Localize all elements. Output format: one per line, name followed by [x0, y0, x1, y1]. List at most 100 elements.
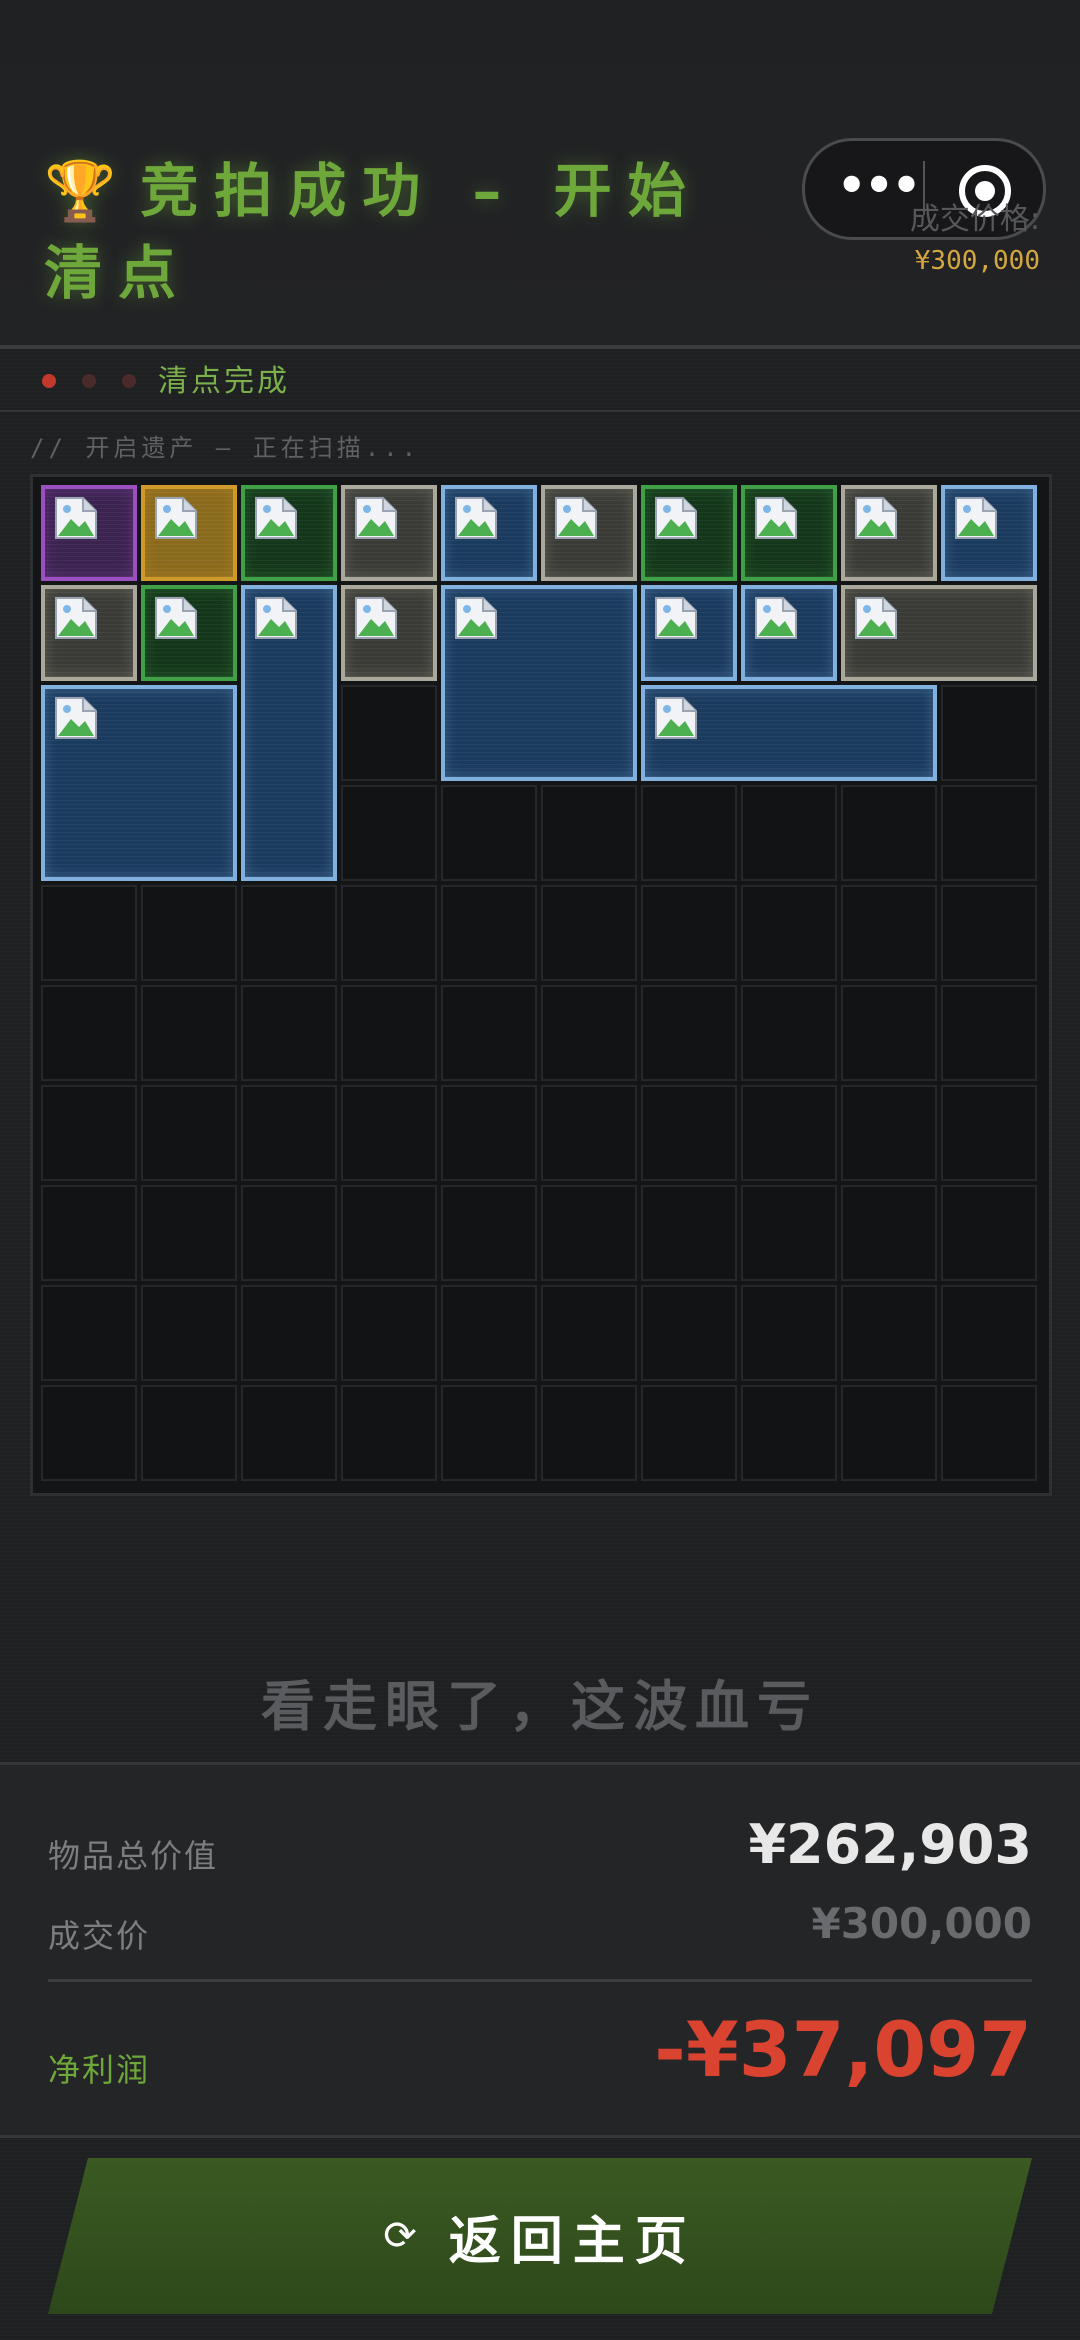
item-image-icon	[653, 695, 699, 741]
item-image-icon	[53, 695, 99, 741]
grid-cell	[241, 1285, 337, 1381]
grid-cell	[741, 1085, 837, 1181]
grid-cell	[341, 1285, 437, 1381]
grid-cell	[141, 885, 237, 981]
grid-cell	[441, 885, 537, 981]
item-green[interactable]	[741, 485, 837, 581]
item-gray[interactable]	[541, 485, 637, 581]
grid-cell	[41, 985, 137, 1081]
grid-cell	[441, 1185, 537, 1281]
item-image-icon	[153, 595, 199, 641]
inventory-grid	[30, 474, 1052, 1496]
grid-cell	[441, 785, 537, 881]
grid-cell	[841, 885, 937, 981]
grid-cell	[141, 1185, 237, 1281]
item-image-icon	[853, 595, 899, 641]
deal-price-label: 成交价格:	[909, 202, 1040, 237]
item-image-icon	[753, 595, 799, 641]
item-green[interactable]	[641, 485, 737, 581]
grid-cell	[541, 1285, 637, 1381]
item-image-icon	[753, 495, 799, 541]
grid-cell	[341, 685, 437, 781]
status-dot-2	[82, 374, 96, 388]
header: 🏆 竞拍成功 – 开始清点 ••• 成交价格: ¥300,000	[0, 0, 1080, 349]
grid-cell	[941, 1185, 1037, 1281]
status-dot-3	[122, 374, 136, 388]
scan-text: // 开启遗产 – 正在扫描...	[30, 434, 421, 462]
item-blue[interactable]	[441, 585, 637, 781]
return-home-button[interactable]: ⟳ 返回主页	[48, 2158, 1032, 2314]
grid-cell	[941, 785, 1037, 881]
item-blue[interactable]	[241, 585, 337, 881]
verdict-text: 看走眼了，这波血亏	[261, 1675, 819, 1738]
item-blue[interactable]	[441, 485, 537, 581]
item-image-icon	[553, 495, 599, 541]
grid-cell	[541, 1085, 637, 1181]
grid-cell	[741, 1285, 837, 1381]
grid-cell	[941, 1385, 1037, 1481]
status-dot-1	[42, 374, 56, 388]
deal-price-value: ¥300,000	[914, 246, 1040, 276]
grid-cell	[541, 1185, 637, 1281]
return-home-label: 返回主页	[448, 2211, 697, 2272]
grid-cell	[741, 785, 837, 881]
item-purple[interactable]	[41, 485, 137, 581]
trophy-icon: 🏆	[44, 157, 117, 225]
item-gray[interactable]	[341, 485, 437, 581]
grid-cell	[541, 1385, 637, 1481]
grid-cell	[141, 1285, 237, 1381]
grid-cell	[841, 1385, 937, 1481]
item-gray[interactable]	[341, 585, 437, 681]
item-image-icon	[53, 495, 99, 541]
item-gray[interactable]	[841, 585, 1037, 681]
item-image-icon	[153, 495, 199, 541]
grid-cell	[241, 885, 337, 981]
item-gray[interactable]	[841, 485, 937, 581]
item-blue[interactable]	[41, 685, 237, 881]
grid-cell	[941, 1085, 1037, 1181]
grid-cell	[541, 885, 637, 981]
grid-cell	[441, 1385, 537, 1481]
grid-cell	[241, 1085, 337, 1181]
item-image-icon	[453, 495, 499, 541]
grid-cell	[341, 1385, 437, 1481]
grid-cell	[341, 785, 437, 881]
status-bar: 清点完成	[0, 350, 1080, 412]
page-title: 🏆 竞拍成功 – 开始清点	[44, 150, 764, 314]
grid-cell	[841, 1285, 937, 1381]
grid-cell	[441, 1285, 537, 1381]
grid-cell	[941, 985, 1037, 1081]
grid-cell	[841, 785, 937, 881]
item-image-icon	[253, 495, 299, 541]
item-blue[interactable]	[641, 585, 737, 681]
item-image-icon	[653, 495, 699, 541]
grid-cell	[241, 1385, 337, 1481]
grid-cell	[941, 1285, 1037, 1381]
item-image-icon	[453, 595, 499, 641]
grid-cell	[441, 1085, 537, 1181]
grid-cell	[641, 1285, 737, 1381]
grid-cell	[341, 885, 437, 981]
item-gray[interactable]	[41, 585, 137, 681]
item-gold[interactable]	[141, 485, 237, 581]
grid-cell	[641, 1385, 737, 1481]
grid-cell	[541, 985, 637, 1081]
item-blue[interactable]	[641, 685, 937, 781]
summary-panel: 物品总价值 ¥262,903 成交价 ¥300,000 净利润 -¥37,097	[0, 1762, 1080, 2138]
item-blue[interactable]	[741, 585, 837, 681]
grid-cell	[641, 1185, 737, 1281]
net-profit-value: -¥37,097	[654, 2005, 1032, 2094]
item-green[interactable]	[141, 585, 237, 681]
item-blue[interactable]	[941, 485, 1037, 581]
grid-cell	[341, 1185, 437, 1281]
grid-cell	[641, 1085, 737, 1181]
item-green[interactable]	[241, 485, 337, 581]
grid-cell	[141, 985, 237, 1081]
grid-cell	[941, 885, 1037, 981]
grid-cell	[741, 885, 837, 981]
summary-divider	[48, 1979, 1032, 1982]
grid-cell	[241, 1185, 337, 1281]
grid-cell	[741, 1385, 837, 1481]
grid-cell	[741, 985, 837, 1081]
deal-label: 成交价	[48, 1917, 151, 1955]
